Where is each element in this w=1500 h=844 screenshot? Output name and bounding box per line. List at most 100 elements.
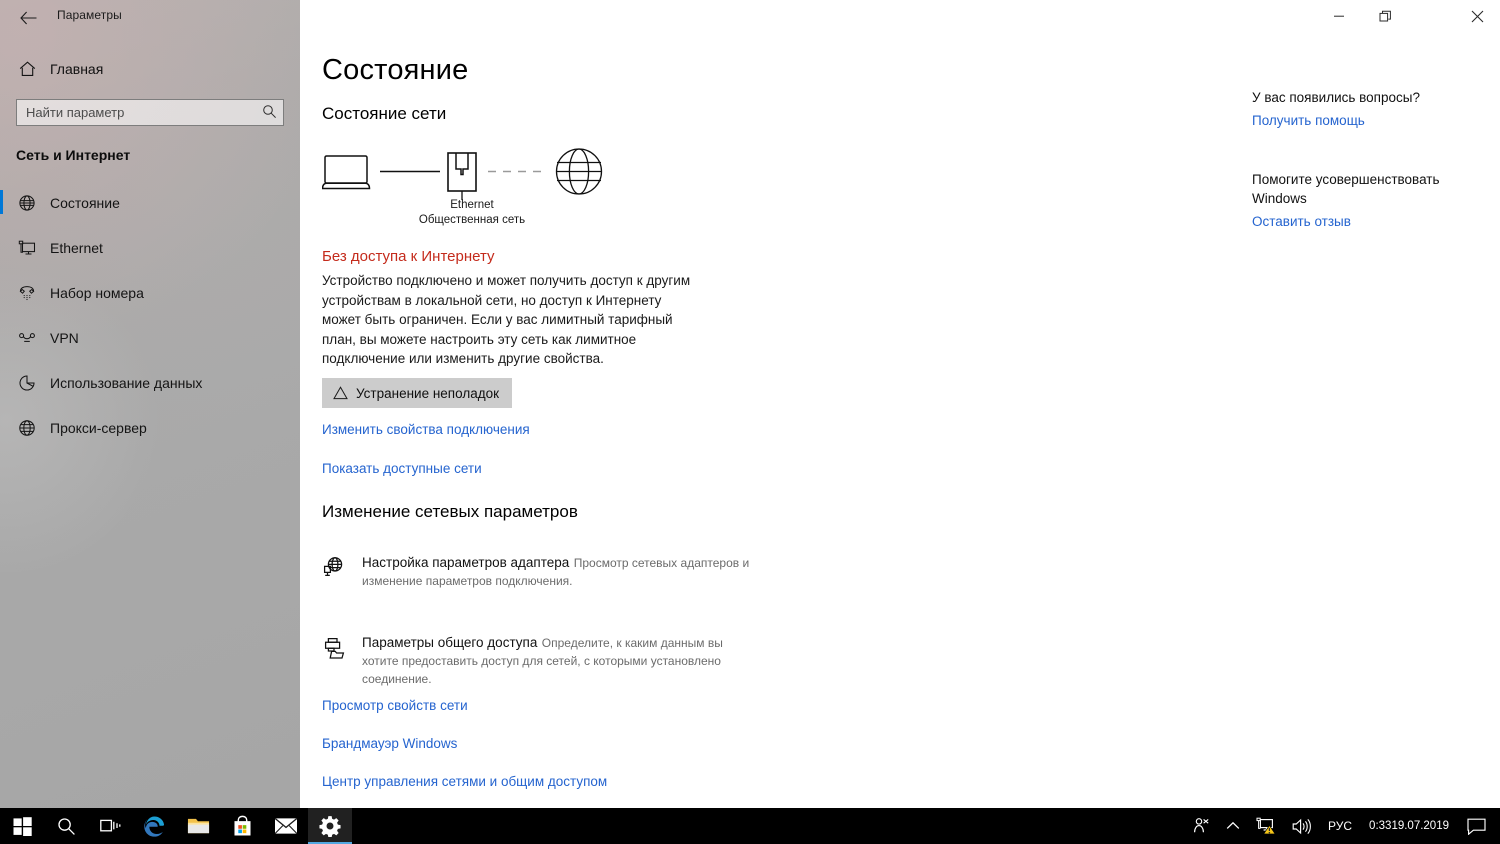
system-tray: РУС 0:33 19.07.2019 — [1184, 808, 1500, 844]
back-arrow-icon — [19, 11, 36, 25]
help-improve-heading: Помогите усовершенствовать Windows — [1252, 172, 1440, 206]
link-give-feedback[interactable]: Оставить отзыв — [1252, 214, 1482, 229]
status-heading: Без доступа к Интернету — [322, 248, 495, 265]
sidebar-item-home[interactable]: Главная — [0, 54, 300, 84]
sidebar-item-dialup-label: Набор номера — [50, 284, 144, 301]
vpn-icon — [6, 329, 48, 347]
sidebar: Параметры Главная Найти параметр Сеть и … — [0, 0, 300, 808]
file-explorer-button[interactable] — [176, 808, 220, 844]
settings-window: Параметры Главная Найти параметр Сеть и … — [0, 0, 1500, 808]
taskbar-settings-button[interactable] — [308, 808, 352, 844]
minimize-button[interactable] — [1316, 0, 1362, 32]
action-center-icon — [1467, 818, 1486, 835]
selection-indicator — [0, 235, 3, 259]
link-view-network-properties[interactable]: Просмотр свойств сети — [322, 698, 468, 713]
window-titlebar-right — [300, 0, 1500, 36]
setting-item-title: Параметры общего доступа — [362, 635, 538, 650]
troubleshoot-button-label: Устранение неполадок — [356, 385, 500, 401]
link-change-connection-properties[interactable]: Изменить свойства подключения — [322, 422, 530, 437]
sidebar-item-ethernet-label: Ethernet — [50, 239, 103, 256]
globe-icon — [555, 148, 603, 195]
close-button[interactable] — [1454, 0, 1500, 32]
taskbar: РУС 0:33 19.07.2019 — [0, 808, 1500, 844]
sidebar-group-title: Сеть и Интернет — [16, 147, 131, 163]
tray-people-button[interactable] — [1184, 808, 1218, 844]
task-view-icon — [99, 819, 120, 832]
link-windows-firewall[interactable]: Брандмауэр Windows — [322, 736, 457, 751]
adapter-label: Ethernet — [450, 199, 494, 211]
diagram-labels: Ethernet Общественная сеть — [322, 198, 622, 228]
maximize-button[interactable] — [1362, 0, 1408, 32]
edge-browser-icon — [143, 816, 164, 837]
search-input[interactable] — [16, 99, 284, 126]
tray-chevron-button[interactable] — [1218, 808, 1248, 844]
sidebar-item-proxy-label: Прокси-сервер — [50, 419, 147, 436]
sidebar-item-status[interactable]: Состояние — [0, 180, 300, 225]
search-icon — [57, 817, 75, 835]
close-icon — [1471, 10, 1483, 22]
task-view-button[interactable] — [88, 808, 132, 844]
home-icon — [6, 61, 48, 77]
tray-volume-button[interactable] — [1284, 808, 1319, 844]
back-button[interactable] — [6, 2, 50, 34]
tray-time: 0:33 — [1369, 820, 1392, 832]
sidebar-item-dialup[interactable]: Набор номера — [0, 270, 300, 315]
tray-date: 19.07.2019 — [1391, 820, 1449, 832]
taskbar-search-button[interactable] — [44, 808, 88, 844]
dialup-phone-icon — [6, 284, 48, 302]
action-center-button[interactable] — [1461, 808, 1498, 844]
sidebar-item-data-usage-label: Использование данных — [50, 374, 203, 391]
sidebar-item-home-label: Главная — [50, 61, 104, 77]
ethernet-port-icon — [447, 152, 477, 200]
selection-indicator — [0, 415, 3, 439]
tray-language-indicator[interactable]: РУС — [1319, 808, 1361, 844]
globe-status-icon — [6, 194, 48, 212]
store-button[interactable] — [220, 808, 264, 844]
restore-icon — [1379, 10, 1391, 21]
network-warning-icon — [1256, 817, 1276, 835]
minimize-icon — [1334, 15, 1344, 17]
sidebar-item-proxy[interactable]: Прокси-сервер — [0, 405, 300, 450]
selection-indicator — [0, 325, 3, 349]
link-get-help[interactable]: Получить помощь — [1252, 113, 1482, 128]
laptop-icon — [321, 155, 371, 190]
sidebar-item-data-usage[interactable]: Использование данных — [0, 360, 300, 405]
section-heading-network-status: Состояние сети — [322, 104, 447, 123]
edge-button[interactable] — [132, 808, 176, 844]
setting-item-sharing-options[interactable]: Параметры общего доступа Определите, к к… — [322, 634, 752, 688]
sidebar-item-ethernet[interactable]: Ethernet — [0, 225, 300, 270]
sharing-printer-folder-icon — [322, 634, 362, 688]
link-show-available-networks[interactable]: Показать доступные сети — [322, 461, 482, 476]
sidebar-nav-list: Состояние Ethernet Набор номера VPN Испо… — [0, 180, 300, 450]
sidebar-item-vpn-label: VPN — [50, 329, 79, 346]
status-description: Устройство подключено и может получить д… — [322, 273, 691, 366]
tray-clock[interactable]: 0:33 19.07.2019 — [1361, 808, 1461, 844]
sidebar-item-vpn[interactable]: VPN — [0, 315, 300, 360]
tray-network-button[interactable] — [1248, 808, 1284, 844]
page-title: Состояние — [322, 54, 469, 86]
network-profile-label: Общественная сеть — [418, 214, 526, 226]
windows-logo-icon — [13, 816, 32, 836]
window-titlebar-left: Параметры — [0, 0, 300, 36]
selection-indicator — [0, 190, 3, 214]
people-icon — [1194, 818, 1209, 833]
store-bag-icon — [233, 815, 251, 836]
troubleshoot-button[interactable]: Устранение неполадок — [322, 378, 513, 408]
main-content: Состояние Состояние сети Ethernet Общест… — [300, 36, 1500, 808]
app-title: Параметры — [57, 8, 122, 22]
sidebar-item-status-label: Состояние — [50, 194, 120, 211]
help-question-heading: У вас появились вопросы? — [1252, 90, 1420, 105]
start-button[interactable] — [0, 808, 44, 844]
mail-envelope-icon — [274, 817, 298, 834]
desktop: Параметры Главная Найти параметр Сеть и … — [0, 0, 1500, 844]
section-heading-change-network-settings: Изменение сетевых параметров — [322, 502, 578, 521]
mail-button[interactable] — [264, 808, 308, 844]
chevron-up-icon — [1226, 821, 1240, 829]
selection-indicator — [0, 280, 3, 304]
setting-item-adapter-options[interactable]: Настройка параметров адаптера Просмотр с… — [322, 554, 752, 590]
data-usage-pie-icon — [6, 374, 48, 392]
selection-indicator — [0, 370, 3, 394]
search-box[interactable] — [16, 99, 284, 126]
link-network-and-sharing-center[interactable]: Центр управления сетями и общим доступом — [322, 774, 607, 789]
proxy-globe-icon — [6, 419, 48, 437]
